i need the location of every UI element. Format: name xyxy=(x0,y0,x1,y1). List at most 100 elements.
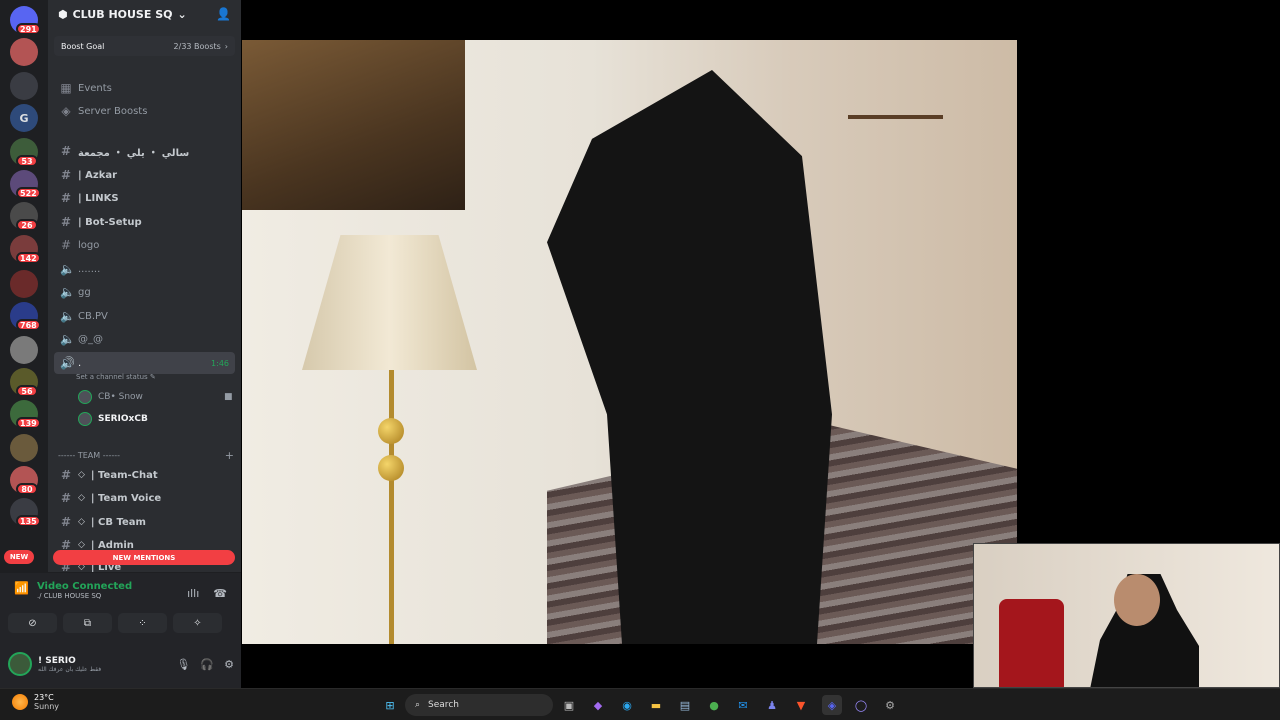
avatar xyxy=(78,412,92,426)
channel-name: @_@ xyxy=(78,333,103,345)
soundboard-button[interactable]: ✧ xyxy=(173,613,222,633)
camera-icon: ■ xyxy=(224,392,233,402)
windows-start-icon[interactable]: ⊞ xyxy=(380,695,400,715)
disconnect-icon[interactable]: ☎ xyxy=(213,587,227,600)
server-shield-icon: ⬢ xyxy=(58,7,68,21)
mention-badge: 522 xyxy=(16,187,41,199)
voice-channel-item[interactable]: 🔈 CB.PV xyxy=(54,305,235,327)
team-channel-item[interactable]: # ◇ | CB Team xyxy=(54,511,235,533)
channel-name: | CB Team xyxy=(90,516,146,528)
wall-shelf xyxy=(848,115,943,119)
weather-widget[interactable]: 23°C Sunny xyxy=(12,693,59,711)
hash-icon: # xyxy=(60,491,72,505)
discord-taskbar-icon[interactable]: ◈ xyxy=(822,695,842,715)
mention-badge: 139 xyxy=(16,417,41,429)
lamp-ball xyxy=(378,418,404,444)
mention-badge: 80 xyxy=(16,483,38,495)
text-channel-item[interactable]: # | Bot-Setup xyxy=(54,211,235,233)
mention-badge: 142 xyxy=(16,252,41,264)
chevron-down-icon: ⌄ xyxy=(177,7,187,21)
server-icon[interactable] xyxy=(10,38,38,66)
speaker-icon: 🔈 xyxy=(60,309,75,323)
brave-icon[interactable]: ▼ xyxy=(791,695,811,715)
team-channel-item[interactable]: # ◇ | Team-Chat xyxy=(54,464,235,486)
channel-name: ....... xyxy=(78,263,101,275)
channel-status-prompt[interactable]: Set a channel status ✎ xyxy=(76,373,156,381)
noise-suppression-icon[interactable]: ıllı xyxy=(187,587,199,600)
hash-icon: # xyxy=(60,468,72,482)
outlook-icon[interactable]: ✉ xyxy=(733,695,753,715)
lamp-ball xyxy=(378,455,404,481)
hash-icon: # xyxy=(60,168,72,182)
avatar xyxy=(8,652,32,676)
screen-share-button[interactable]: ⧉ xyxy=(63,613,112,633)
server-icon[interactable]: G xyxy=(10,104,38,132)
hash-icon: # xyxy=(60,215,72,229)
channel-name: | LINKS xyxy=(78,192,119,204)
add-channel-icon[interactable]: + xyxy=(225,449,234,462)
voice-channel-item[interactable]: 🔈....... xyxy=(54,258,235,280)
channel-status-label: Set a channel status xyxy=(76,373,148,381)
text-channel-item[interactable]: # سالي ・ يلي ・ مجمعة xyxy=(54,140,235,162)
server-icon[interactable] xyxy=(10,434,38,462)
boost-goal-label: Boost Goal xyxy=(61,41,105,51)
file-explorer-icon[interactable]: ▬ xyxy=(646,695,666,715)
lamp-pole xyxy=(389,370,394,644)
video-stream[interactable] xyxy=(242,40,1017,644)
voice-user-name: SERIOxCB xyxy=(98,414,148,424)
copilot-icon[interactable]: ◆ xyxy=(588,695,608,715)
server-icon[interactable] xyxy=(10,72,38,100)
diamond-icon: ◇ xyxy=(78,493,85,503)
app-circle-icon[interactable]: ◯ xyxy=(851,695,871,715)
voice-user-row[interactable]: SERIOxCB xyxy=(78,412,148,426)
store-icon[interactable]: ▤ xyxy=(675,695,695,715)
activities-button[interactable]: ⁘ xyxy=(118,613,167,633)
new-servers-pill[interactable]: NEW xyxy=(4,550,34,564)
server-icon[interactable] xyxy=(10,270,38,298)
invite-people-icon[interactable]: 👤 xyxy=(216,7,231,21)
category-header[interactable]: ------ TEAM ------ + xyxy=(58,449,234,462)
teams-icon[interactable]: ♟ xyxy=(762,695,782,715)
events-item[interactable]: ▦ Events xyxy=(54,77,235,99)
temperature: 23°C xyxy=(34,693,54,702)
team-channel-item[interactable]: # ◇ | Team Voice xyxy=(54,487,235,509)
sun-icon xyxy=(12,694,28,710)
voice-channel-item[interactable]: 🔈 gg xyxy=(54,281,235,303)
category-label: ------ TEAM ------ xyxy=(58,451,121,460)
new-mentions-pill[interactable]: NEW MENTIONS xyxy=(53,550,235,565)
camera-off-button[interactable]: ⊘ xyxy=(8,613,57,633)
microphone-icon[interactable]: 🎙 xyxy=(176,658,190,671)
edge-icon[interactable]: ◉ xyxy=(617,695,637,715)
user-panel[interactable]: ! SERIO فقط عليك بان عرفك الله 🎙 🎧 ⚙ xyxy=(8,649,234,679)
channel-name: logo xyxy=(78,239,100,251)
wall-poster xyxy=(242,40,465,210)
user-custom-status: فقط عليك بان عرفك الله xyxy=(38,665,102,673)
settings-app-icon[interactable]: ⚙ xyxy=(880,695,900,715)
task-view-icon[interactable]: ▣ xyxy=(559,695,579,715)
boost-goal-bar[interactable]: Boost Goal 2/33 Boosts › xyxy=(54,36,235,56)
hash-icon: # xyxy=(60,238,72,252)
voice-channel-item[interactable]: 🔈 @_@ xyxy=(54,328,235,350)
weather-condition: Sunny xyxy=(34,702,60,711)
text-channel-item[interactable]: # | LINKS xyxy=(54,187,235,209)
mention-badge: 53 xyxy=(16,155,38,167)
server-boosts-item[interactable]: ◈ Server Boosts xyxy=(54,100,235,122)
active-voice-channel[interactable]: 🔊 . 1:46 xyxy=(54,352,235,374)
text-channel-item[interactable]: # logo xyxy=(54,234,235,256)
text-channel-item[interactable]: # | Azkar xyxy=(54,164,235,186)
gear-icon[interactable]: ⚙ xyxy=(224,658,234,671)
server-icon[interactable] xyxy=(10,336,38,364)
red-chair xyxy=(999,599,1064,687)
diamond-icon: ◇ xyxy=(78,470,85,480)
voice-user-row[interactable]: CB• Snow ■ xyxy=(78,390,233,404)
chrome-icon[interactable]: ● xyxy=(704,695,724,715)
voice-status[interactable]: 📶 Video Connected ./ CLUB HOUSE SQ xyxy=(14,581,132,600)
channel-name: | Team-Chat xyxy=(90,469,158,481)
server-header[interactable]: ⬢ CLUB HOUSE SQ ⌄ 👤 xyxy=(48,0,241,28)
channel-name: | Admin xyxy=(90,539,134,551)
facecam-head xyxy=(1114,574,1160,626)
pencil-icon: ✎ xyxy=(149,373,156,381)
headphones-icon[interactable]: 🎧 xyxy=(200,658,214,671)
taskbar-search[interactable]: ⌕ Search xyxy=(405,694,553,716)
server-boosts-label: Server Boosts xyxy=(78,105,148,117)
